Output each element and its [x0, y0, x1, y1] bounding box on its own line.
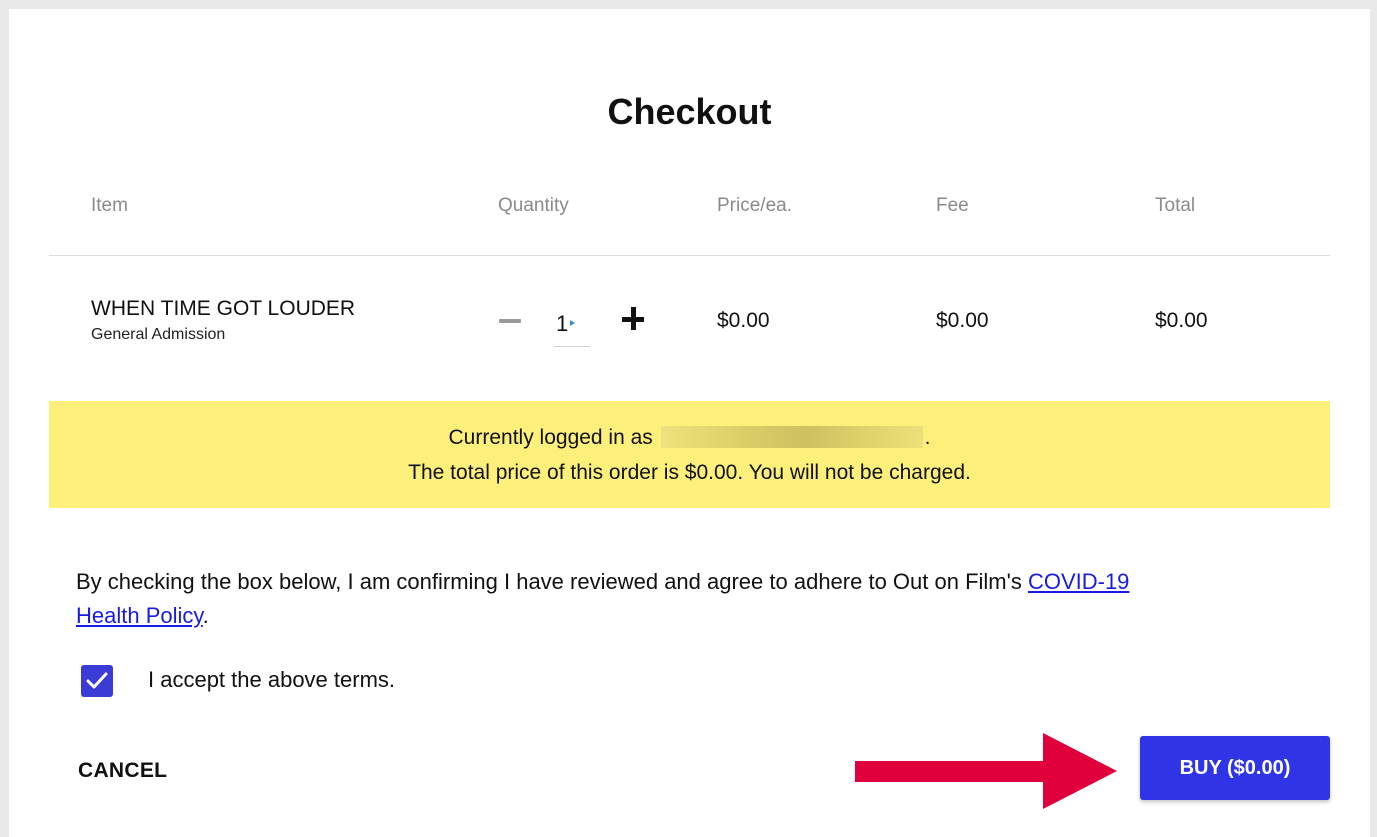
page-title: Checkout: [607, 91, 772, 132]
item-ticket-type: General Admission: [91, 326, 226, 343]
terms-checkbox[interactable]: [81, 665, 113, 697]
plus-icon[interactable]: [622, 307, 646, 332]
policy-link-part-1: COVID-19: [1027, 569, 1130, 594]
redacted-username: [660, 426, 923, 448]
policy-text-before: By checking the box below, I am confirmi…: [76, 569, 1028, 594]
item-name: WHEN TIME GOT LOUDER: [91, 297, 356, 320]
total-message: The total price of this order is $0.00. …: [408, 461, 971, 484]
item-price: $0.00: [717, 309, 770, 332]
item-fee: $0.00: [936, 309, 989, 332]
policy-text: By checking the box below, I am confirmi…: [76, 565, 1316, 633]
spinner-icon[interactable]: [570, 320, 575, 326]
header-price: Price/ea.: [717, 195, 792, 216]
logged-in-suffix: .: [924, 426, 931, 449]
header-quantity: Quantity: [498, 195, 569, 216]
order-notice: Currently logged in as . The total price…: [49, 401, 1330, 508]
logged-in-line: Currently logged in as .: [49, 426, 1330, 450]
header-fee: Fee: [936, 195, 969, 216]
buy-button[interactable]: BUY ($0.00): [1140, 736, 1330, 800]
cancel-button[interactable]: CANCEL: [78, 759, 167, 783]
logged-in-prefix: Currently logged in as: [448, 426, 653, 449]
header-item: Item: [91, 195, 128, 216]
checkmark-icon: [86, 672, 108, 689]
arrow-right-icon: [855, 733, 1117, 809]
item-total: $0.00: [1155, 309, 1208, 332]
policy-link-part-2: Health Policy: [76, 603, 203, 628]
checkout-card: Checkout Item Quantity Price/ea. Fee Tot…: [9, 9, 1370, 837]
table-divider: [49, 255, 1330, 256]
terms-label: I accept the above terms.: [148, 667, 396, 692]
minus-icon[interactable]: [499, 319, 521, 323]
policy-text-after: .: [202, 603, 209, 628]
header-total: Total: [1155, 195, 1196, 216]
